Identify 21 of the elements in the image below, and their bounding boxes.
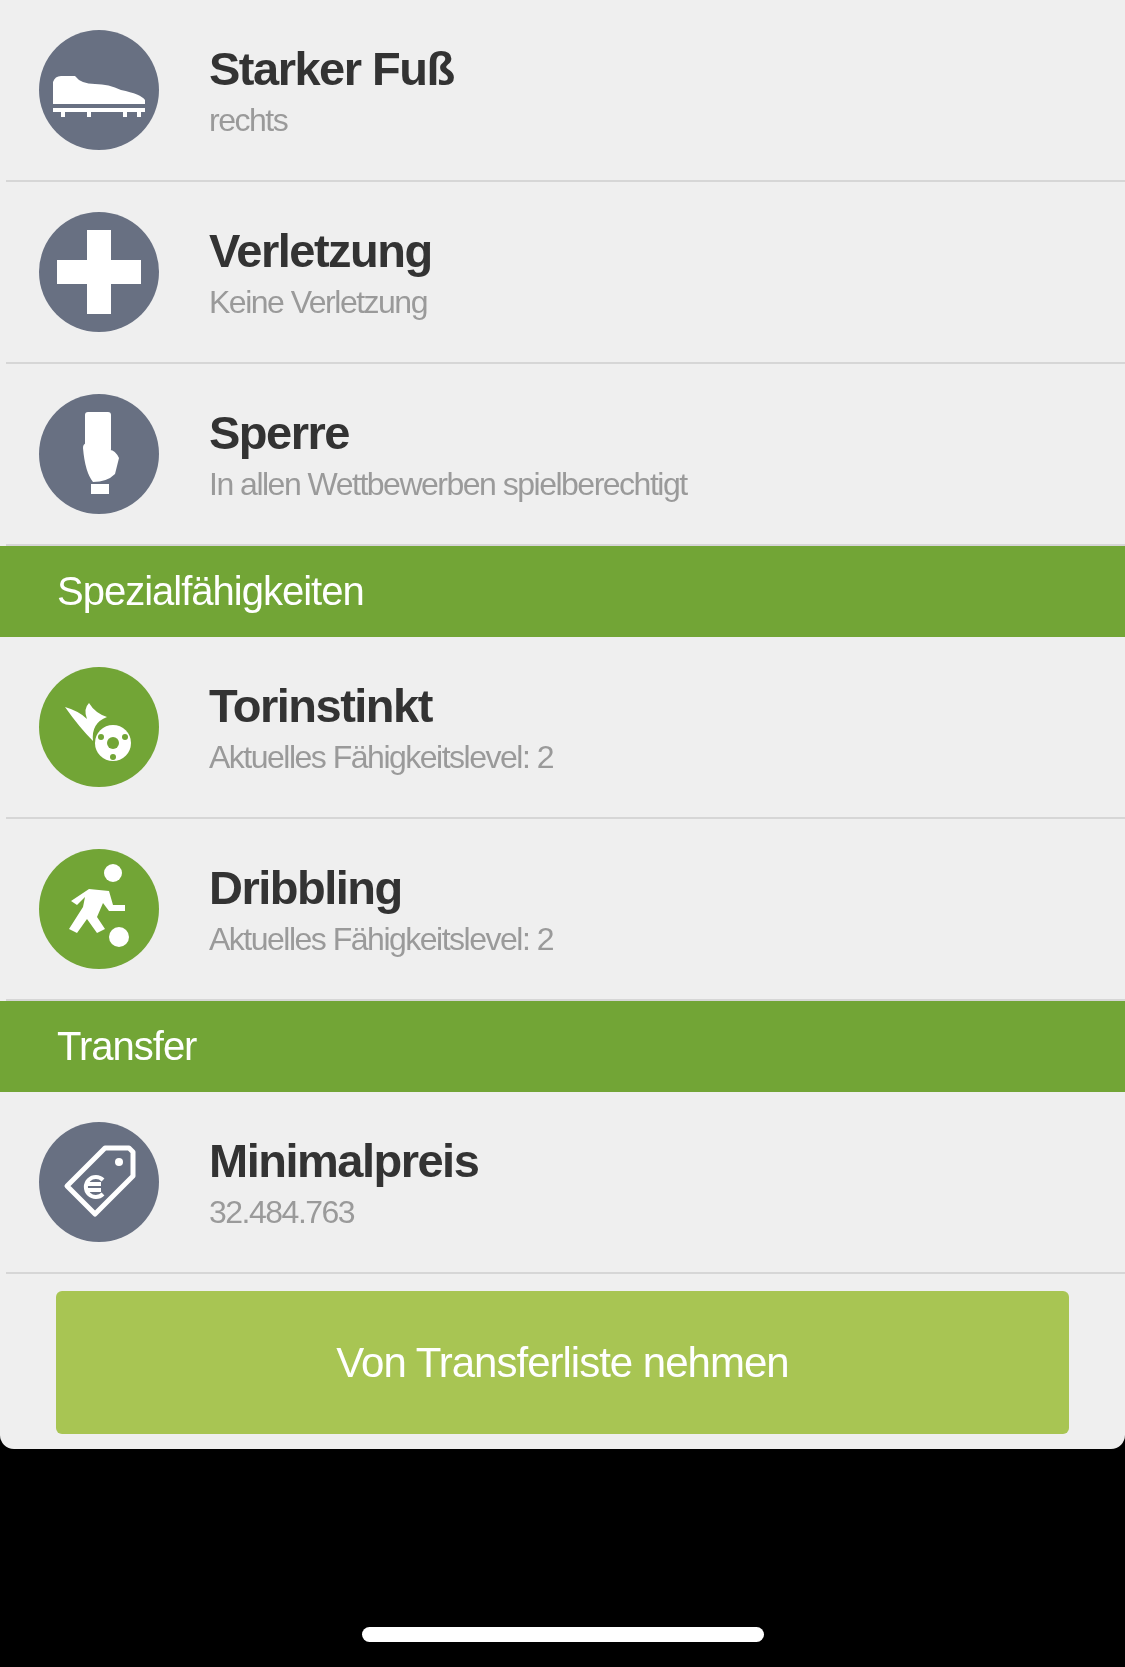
item-value: Aktuelles Fähigkeitslevel: 2 — [209, 739, 553, 776]
item-title: Minimalpreis — [209, 1133, 479, 1188]
item-title: Dribbling — [209, 860, 403, 915]
item-title: Starker Fuß — [209, 41, 454, 96]
item-value: Aktuelles Fähigkeitslevel: 2 — [209, 921, 553, 958]
item-title: Sperre — [209, 405, 350, 460]
item-value: Keine Verletzung — [209, 284, 428, 321]
card-in-hand-icon — [39, 394, 159, 514]
flaming-ball-icon — [39, 667, 159, 787]
section-header: Spezialfähigkeiten — [0, 546, 1125, 637]
player-with-ball-icon — [39, 849, 159, 969]
shoe-icon — [39, 30, 159, 150]
price-tag-icon — [39, 1122, 159, 1242]
item-value: In allen Wettbewerben spielberechtigt — [209, 466, 687, 503]
cross-icon — [39, 212, 159, 332]
remove-from-transfer-list-button[interactable]: Von Transferliste nehmen — [56, 1291, 1069, 1434]
item-title: Verletzung — [209, 223, 432, 278]
item-value: 32.484.763 — [209, 1194, 356, 1231]
section-header: Transfer — [0, 1001, 1125, 1092]
item-value: rechts — [209, 102, 289, 139]
item-title: Torinstinkt — [209, 678, 434, 733]
